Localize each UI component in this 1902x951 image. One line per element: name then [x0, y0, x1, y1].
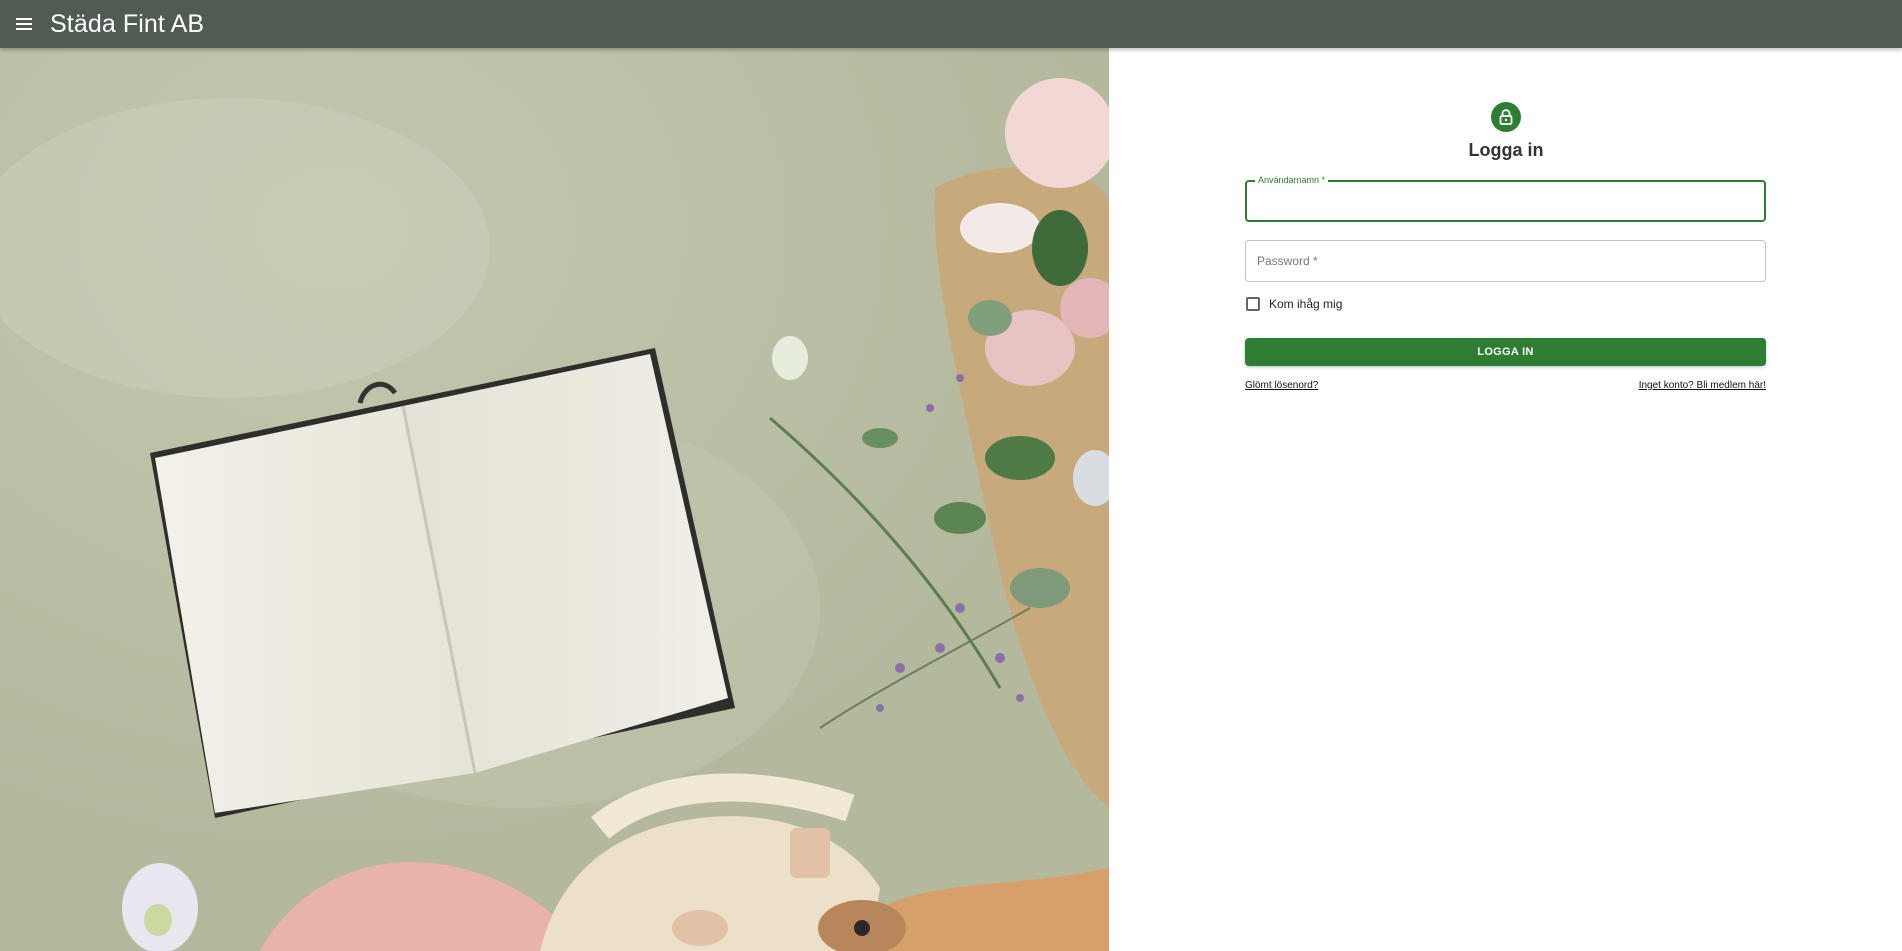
- remember-checkbox[interactable]: [1246, 297, 1260, 311]
- login-button[interactable]: LOGGA IN: [1245, 338, 1766, 366]
- lock-avatar: [1491, 102, 1521, 132]
- login-title: Logga in: [1468, 140, 1544, 160]
- app-title: Städa Fint AB: [50, 9, 205, 38]
- app-bar: Städa Fint AB: [0, 0, 1902, 48]
- menu-icon: [16, 18, 32, 30]
- register-link[interactable]: Inget konto? Bli medlem här!: [1639, 380, 1766, 391]
- remember-label: Kom ihåg mig: [1269, 297, 1343, 311]
- forgot-password-link[interactable]: Glömt lösenord?: [1245, 380, 1318, 391]
- menu-button[interactable]: [4, 4, 44, 44]
- password-input[interactable]: [1246, 241, 1765, 281]
- username-field: Användarnamn *: [1245, 175, 1766, 222]
- lock-icon: [1499, 109, 1513, 125]
- username-label: Användarnamn *: [1255, 175, 1329, 186]
- hero-image: [0, 48, 1109, 951]
- password-field: Password *: [1245, 240, 1766, 282]
- remember-me[interactable]: Kom ihåg mig: [1245, 295, 1342, 313]
- username-input[interactable]: [1247, 182, 1764, 220]
